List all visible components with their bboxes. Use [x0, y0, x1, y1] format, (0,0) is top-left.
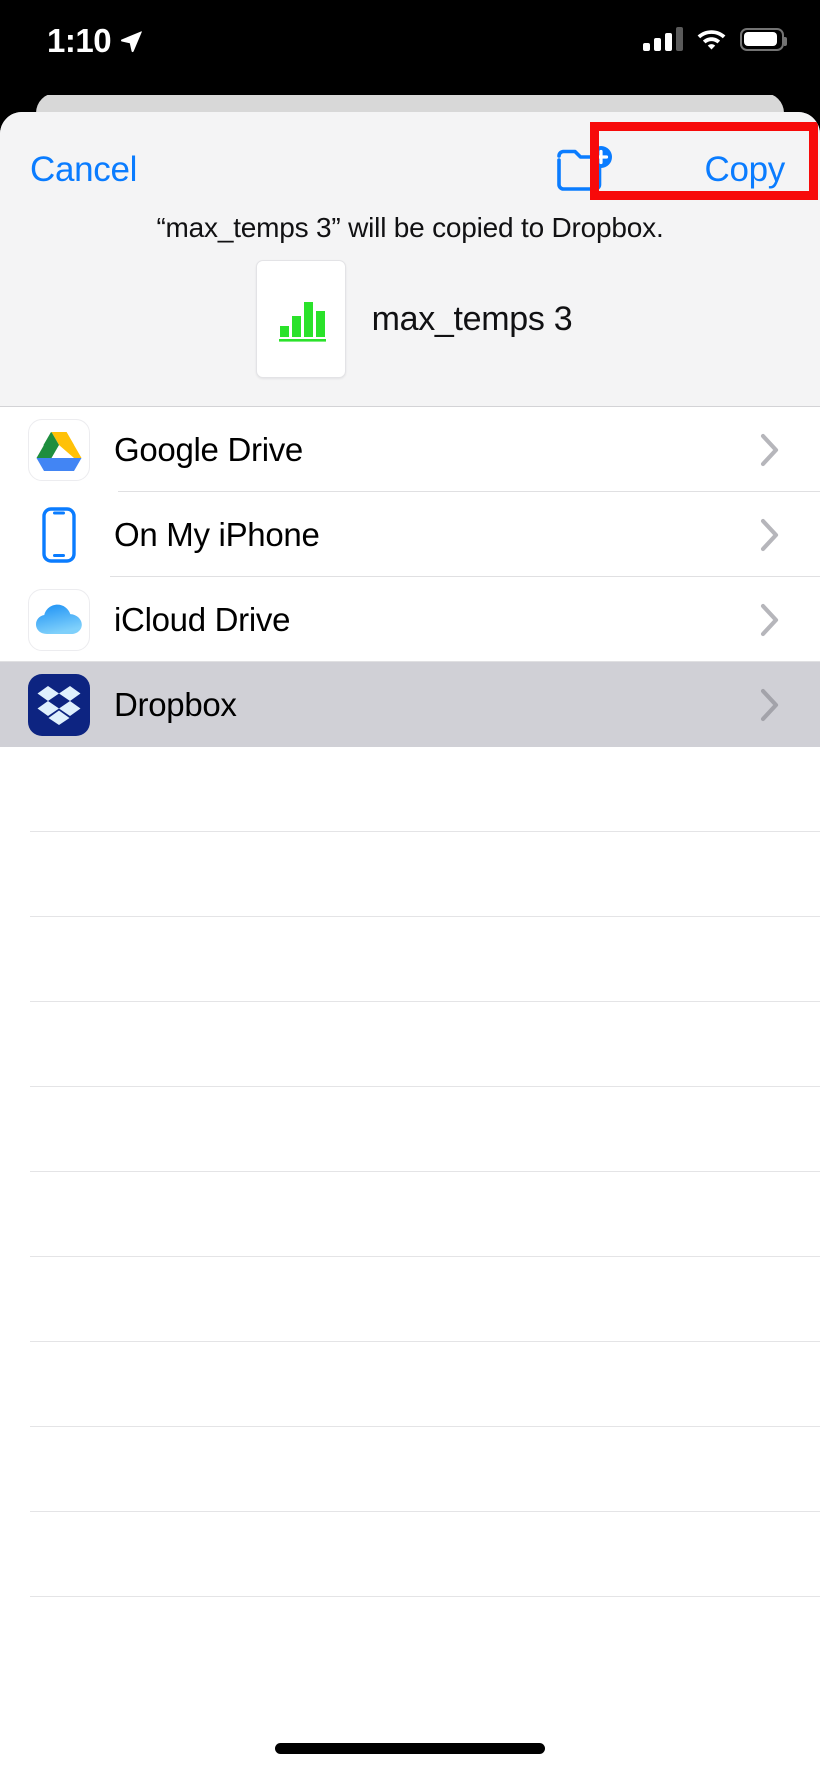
location-row-icloud-drive[interactable]: iCloud Drive — [0, 577, 820, 662]
status-bar-indicators — [643, 27, 787, 51]
google-drive-icon — [28, 418, 90, 481]
row-icon-wrap — [28, 588, 90, 651]
empty-list-row — [0, 1342, 820, 1427]
row-icon-wrap — [28, 418, 90, 481]
iphone-icon — [28, 504, 90, 566]
iphone-screen: 1:10 Cancel Copy “max_temps 3” will be c… — [0, 0, 820, 1776]
document-thumbnail — [255, 260, 346, 378]
chevron-right-icon — [760, 518, 779, 551]
copy-button[interactable]: Copy — [704, 150, 785, 190]
empty-list-row — [0, 747, 820, 832]
chevron-right-icon — [760, 688, 779, 721]
numbers-bar-chart-icon — [278, 302, 326, 342]
sheet-header: Cancel Copy “max_temps 3” will be copied… — [0, 112, 820, 407]
home-indicator[interactable] — [275, 1743, 545, 1754]
empty-list-row — [0, 1087, 820, 1172]
empty-list-row — [0, 1002, 820, 1087]
battery-icon — [740, 27, 787, 51]
file-preview: max_temps 3 — [0, 260, 820, 378]
empty-list-row — [0, 917, 820, 1002]
new-folder-button[interactable] — [555, 142, 615, 198]
cancel-button[interactable]: Cancel — [30, 150, 137, 190]
status-bar-time: 1:10 — [47, 22, 112, 59]
wifi-icon — [697, 30, 726, 50]
empty-list-row — [0, 1512, 820, 1597]
location-label: Dropbox — [114, 685, 237, 723]
chevron-right-icon — [760, 433, 779, 466]
location-row-dropbox[interactable]: Dropbox — [0, 662, 820, 747]
empty-list-row — [0, 1427, 820, 1512]
icloud-drive-icon — [28, 588, 90, 651]
file-name-label: max_temps 3 — [371, 299, 573, 338]
status-bar: 1:10 — [0, 0, 820, 95]
location-row-google-drive[interactable]: Google Drive — [0, 407, 820, 492]
location-label: Google Drive — [114, 430, 303, 468]
locations-list: Google Drive On My iPhone iCloud Drive D… — [0, 407, 820, 1597]
dropbox-icon — [28, 673, 90, 736]
chevron-right-icon — [760, 603, 779, 636]
row-icon-wrap — [28, 504, 90, 566]
row-icon-wrap — [28, 673, 90, 736]
empty-list-row — [0, 832, 820, 917]
location-row-on-my-iphone[interactable]: On My iPhone — [0, 492, 820, 577]
cellular-signal-icon — [643, 27, 683, 51]
empty-list-row — [0, 1172, 820, 1257]
empty-list-row — [0, 1257, 820, 1342]
document-picker-sheet: Cancel Copy “max_temps 3” will be copied… — [0, 112, 820, 1776]
location-label: On My iPhone — [114, 515, 320, 553]
location-arrow-icon — [121, 31, 142, 53]
copy-destination-caption: “max_temps 3” will be copied to Dropbox. — [156, 212, 664, 243]
location-label: iCloud Drive — [114, 600, 291, 638]
new-folder-icon — [557, 146, 612, 191]
